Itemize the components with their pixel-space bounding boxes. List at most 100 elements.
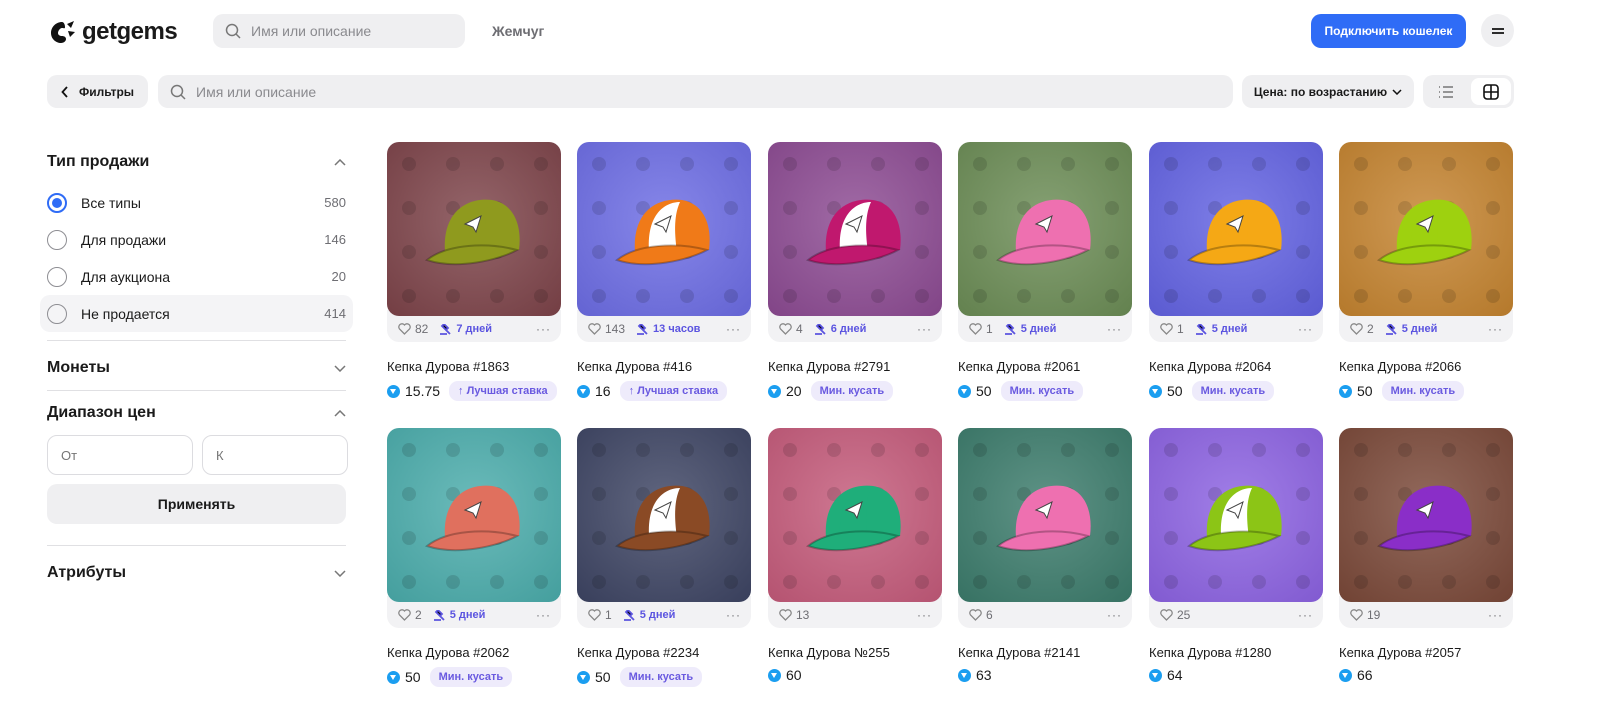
nft-name[interactable]: Кепка Дурова #2141 xyxy=(958,645,1132,660)
list-icon xyxy=(1439,85,1454,98)
more-options-icon[interactable]: ··· xyxy=(917,608,932,622)
heart-icon[interactable] xyxy=(1160,323,1173,335)
more-options-icon[interactable]: ··· xyxy=(1107,608,1122,622)
heart-icon[interactable] xyxy=(779,609,792,621)
connect-wallet-button[interactable]: Подключить кошелек xyxy=(1311,14,1466,48)
nft-image[interactable] xyxy=(387,142,561,316)
more-options-icon[interactable]: ··· xyxy=(917,322,932,336)
nft-image[interactable] xyxy=(577,142,751,316)
nft-image[interactable] xyxy=(768,142,942,316)
sort-label: Цена: по возрастанию xyxy=(1253,84,1388,99)
nft-name[interactable]: Кепка Дурова #1863 xyxy=(387,359,561,374)
nft-image[interactable] xyxy=(577,428,751,602)
ton-icon xyxy=(1149,384,1162,398)
ton-icon xyxy=(1339,384,1352,398)
nft-card[interactable]: 4 6 дней ··· Кепка Дурова #2791 20 Мин. ку… xyxy=(768,142,942,401)
nft-image[interactable] xyxy=(1339,428,1513,602)
likes-count: 2 xyxy=(415,608,422,622)
heart-icon[interactable] xyxy=(969,323,982,335)
heart-icon[interactable] xyxy=(588,323,601,335)
nft-card[interactable]: 6 ··· Кепка Дурова #2141 63 xyxy=(958,428,1132,683)
more-options-icon[interactable]: ··· xyxy=(1488,608,1503,622)
nft-card[interactable]: 2 5 дней ··· Кепка Дурова #2066 50 Мин. ку… xyxy=(1339,142,1513,401)
nft-card[interactable]: 19 ··· Кепка Дурова #2057 66 xyxy=(1339,428,1513,683)
nft-name[interactable]: Кепка Дурова #416 xyxy=(577,359,751,374)
nft-card[interactable]: 1 5 дней ··· Кепка Дурова #2234 50 Мин. ку… xyxy=(577,428,751,687)
heart-icon[interactable] xyxy=(779,323,792,335)
nft-name[interactable]: Кепка Дурова #2066 xyxy=(1339,359,1513,374)
nft-image[interactable] xyxy=(1339,142,1513,316)
sale-type-option-auction[interactable]: Для аукциона 20 xyxy=(40,258,353,295)
nft-name[interactable]: Кепка Дурова #1280 xyxy=(1149,645,1323,660)
grid-view-button[interactable] xyxy=(1470,78,1511,105)
more-options-icon[interactable]: ··· xyxy=(1107,322,1122,336)
heart-icon[interactable] xyxy=(1350,323,1363,335)
price-from-input[interactable] xyxy=(47,435,193,475)
filters-toggle-button[interactable]: Фильтры xyxy=(47,75,148,108)
more-options-icon[interactable]: ··· xyxy=(1488,322,1503,336)
more-options-icon[interactable]: ··· xyxy=(536,322,551,336)
heart-icon[interactable] xyxy=(1350,609,1363,621)
gavel-icon xyxy=(637,323,648,335)
nft-name[interactable]: Кепка Дурова #2234 xyxy=(577,645,751,660)
price-range-header[interactable]: Диапазон цен xyxy=(40,391,353,435)
coins-header[interactable]: Монеты xyxy=(40,346,353,390)
heart-icon[interactable] xyxy=(398,323,411,335)
divider xyxy=(47,340,346,341)
price-badge: Мин. кусать xyxy=(1381,381,1465,401)
more-options-icon[interactable]: ··· xyxy=(1298,322,1313,336)
sale-type-option-not-for-sale[interactable]: Не продается 414 xyxy=(40,295,353,332)
nft-card[interactable]: 143 13 часов ··· Кепка Дурова #416 16 ↑ Лу… xyxy=(577,142,751,401)
sale-type-option-sale[interactable]: Для продажи 146 xyxy=(40,221,353,258)
option-count: 580 xyxy=(324,195,346,210)
nft-card[interactable]: 1 5 дней ··· Кепка Дурова #2061 50 Мин. ку… xyxy=(958,142,1132,401)
more-options-icon[interactable]: ··· xyxy=(1298,608,1313,622)
nft-name[interactable]: Кепка Дурова #2061 xyxy=(958,359,1132,374)
nft-image[interactable] xyxy=(958,142,1132,316)
auction-time-text: 5 дней xyxy=(1401,323,1438,335)
nft-card[interactable]: 25 ··· Кепка Дурова #1280 64 xyxy=(1149,428,1323,683)
nft-image[interactable] xyxy=(768,428,942,602)
more-options-icon[interactable]: ··· xyxy=(726,322,741,336)
heart-icon[interactable] xyxy=(1160,609,1173,621)
nft-image[interactable] xyxy=(387,428,561,602)
apply-price-button[interactable]: Применять xyxy=(47,484,346,524)
nft-image[interactable] xyxy=(1149,428,1323,602)
nft-price: 50 xyxy=(1357,383,1373,399)
likes-count: 1 xyxy=(1177,322,1184,336)
option-label: Не продается xyxy=(81,305,170,322)
likes-count: 143 xyxy=(605,322,626,336)
more-options-icon[interactable]: ··· xyxy=(536,608,551,622)
likes-count: 19 xyxy=(1367,608,1381,622)
nft-name[interactable]: Кепка Дурова №255 xyxy=(768,645,942,660)
attributes-header[interactable]: Атрибуты xyxy=(40,551,353,595)
header-search-input[interactable]: Имя или описание xyxy=(213,14,465,48)
price-to-input[interactable] xyxy=(202,435,348,475)
menu-button[interactable] xyxy=(1481,14,1514,47)
nft-card[interactable]: 82 7 дней ··· Кепка Дурова #1863 15.75 ↑ Л… xyxy=(387,142,561,401)
list-view-button[interactable] xyxy=(1426,78,1467,105)
logo[interactable]: getgems xyxy=(50,18,178,46)
heart-icon[interactable] xyxy=(398,609,411,621)
heart-icon[interactable] xyxy=(588,609,601,621)
nft-card[interactable]: 1 5 дней ··· Кепка Дурова #2064 50 Мин. ку… xyxy=(1149,142,1323,401)
price-badge: ↑ Лучшая ставка xyxy=(449,381,557,401)
sale-type-header[interactable]: Тип продажи xyxy=(40,140,353,184)
nft-card[interactable]: 2 5 дней ··· Кепка Дурова #2062 50 Мин. ку… xyxy=(387,428,561,687)
items-search-input[interactable]: Имя или описание xyxy=(158,75,1233,108)
nft-name[interactable]: Кепка Дурова #2791 xyxy=(768,359,942,374)
nft-name[interactable]: Кепка Дурова #2057 xyxy=(1339,645,1513,660)
sort-dropdown[interactable]: Цена: по возрастанию xyxy=(1242,75,1414,108)
cap-image-icon xyxy=(592,443,738,589)
nft-name[interactable]: Кепка Дурова #2064 xyxy=(1149,359,1323,374)
price-badge: Мин. кусать xyxy=(429,667,513,687)
nft-image[interactable] xyxy=(958,428,1132,602)
nft-name[interactable]: Кепка Дурова #2062 xyxy=(387,645,561,660)
getgems-logo-icon xyxy=(51,21,75,43)
heart-icon[interactable] xyxy=(969,609,982,621)
nft-card[interactable]: 13 ··· Кепка Дурова №255 60 xyxy=(768,428,942,683)
nav-link-pearl[interactable]: Жемчуг xyxy=(492,23,544,39)
sale-type-option-all[interactable]: Все типы 580 xyxy=(40,184,353,221)
more-options-icon[interactable]: ··· xyxy=(726,608,741,622)
nft-image[interactable] xyxy=(1149,142,1323,316)
